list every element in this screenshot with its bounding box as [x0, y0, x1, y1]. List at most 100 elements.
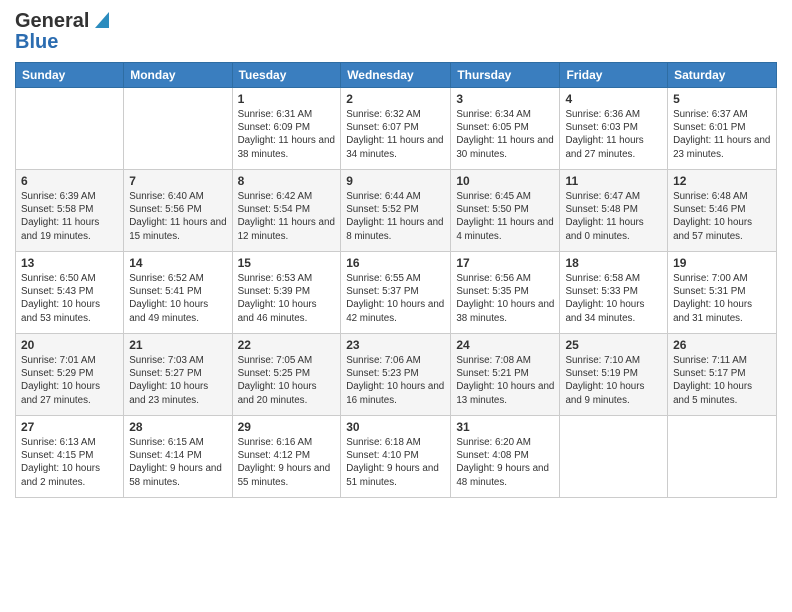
day-info: Sunrise: 6:48 AM Sunset: 5:46 PM Dayligh…	[673, 190, 771, 243]
day-number: 6	[21, 174, 118, 188]
day-number: 23	[346, 338, 445, 352]
day-number: 29	[238, 420, 336, 434]
day-info: Sunrise: 6:20 AM Sunset: 4:08 PM Dayligh…	[456, 436, 554, 489]
calendar-cell	[124, 88, 232, 170]
calendar-week-row: 20 Sunrise: 7:01 AM Sunset: 5:29 PM Dayli…	[16, 334, 777, 416]
day-info: Sunrise: 6:37 AM Sunset: 6:01 PM Dayligh…	[673, 108, 771, 161]
calendar-cell: 4 Sunrise: 6:36 AM Sunset: 6:03 PM Daylig…	[560, 88, 668, 170]
day-info: Sunrise: 6:45 AM Sunset: 5:50 PM Dayligh…	[456, 190, 554, 243]
page: General Blue SundayMondayTuesdayWednesda…	[0, 0, 792, 508]
calendar-cell: 1 Sunrise: 6:31 AM Sunset: 6:09 PM Daylig…	[232, 88, 341, 170]
day-info: Sunrise: 7:00 AM Sunset: 5:31 PM Dayligh…	[673, 272, 771, 325]
calendar-cell: 14Sunrise: 6:52 AM Sunset: 5:41 PM Dayli…	[124, 252, 232, 334]
day-number: 24	[456, 338, 554, 352]
day-info: Sunrise: 6:47 AM Sunset: 5:48 PM Dayligh…	[565, 190, 662, 243]
day-info: Sunrise: 6:44 AM Sunset: 5:52 PM Dayligh…	[346, 190, 445, 243]
day-number: 25	[565, 338, 662, 352]
day-number: 10	[456, 174, 554, 188]
weekday-header-sunday: Sunday	[16, 63, 124, 88]
calendar-cell	[668, 416, 777, 498]
day-number: 30	[346, 420, 445, 434]
weekday-header-friday: Friday	[560, 63, 668, 88]
day-info: Sunrise: 7:05 AM Sunset: 5:25 PM Dayligh…	[238, 354, 336, 407]
day-number: 19	[673, 256, 771, 270]
calendar-cell: 22 Sunrise: 7:05 AM Sunset: 5:25 PM Dayli…	[232, 334, 341, 416]
calendar-cell: 7 Sunrise: 6:40 AM Sunset: 5:56 PM Daylig…	[124, 170, 232, 252]
day-info: Sunrise: 6:42 AM Sunset: 5:54 PM Dayligh…	[238, 190, 336, 243]
day-number: 2	[346, 92, 445, 106]
logo-triangle-icon	[91, 12, 109, 30]
calendar-cell: 18 Sunrise: 6:58 AM Sunset: 5:33 PM Dayli…	[560, 252, 668, 334]
day-info: Sunrise: 6:15 AM Sunset: 4:14 PM Dayligh…	[129, 436, 226, 489]
day-number: 3	[456, 92, 554, 106]
calendar-cell: 15 Sunrise: 6:53 AM Sunset: 5:39 PM Dayli…	[232, 252, 341, 334]
calendar-cell: 30 Sunrise: 6:18 AM Sunset: 4:10 PM Dayli…	[341, 416, 451, 498]
day-info: Sunrise: 7:11 AM Sunset: 5:17 PM Dayligh…	[673, 354, 771, 407]
calendar-cell: 17 Sunrise: 6:56 AM Sunset: 5:35 PM Dayli…	[451, 252, 560, 334]
weekday-header-thursday: Thursday	[451, 63, 560, 88]
day-number: 11	[565, 174, 662, 188]
calendar-cell: 21Sunrise: 7:03 AM Sunset: 5:27 PM Dayli…	[124, 334, 232, 416]
calendar-cell	[560, 416, 668, 498]
day-number: 17	[456, 256, 554, 270]
calendar-week-row: 27 Sunrise: 6:13 AM Sunset: 4:15 PM Dayli…	[16, 416, 777, 498]
calendar-cell: 16Sunrise: 6:55 AM Sunset: 5:37 PM Dayli…	[341, 252, 451, 334]
calendar-cell: 27 Sunrise: 6:13 AM Sunset: 4:15 PM Dayli…	[16, 416, 124, 498]
day-info: Sunrise: 6:53 AM Sunset: 5:39 PM Dayligh…	[238, 272, 336, 325]
weekday-header-monday: Monday	[124, 63, 232, 88]
day-number: 27	[21, 420, 118, 434]
day-info: Sunrise: 7:01 AM Sunset: 5:29 PM Dayligh…	[21, 354, 118, 407]
day-number: 7	[129, 174, 226, 188]
calendar-cell: 24Sunrise: 7:08 AM Sunset: 5:21 PM Dayli…	[451, 334, 560, 416]
day-number: 9	[346, 174, 445, 188]
day-number: 8	[238, 174, 336, 188]
calendar-cell: 23 Sunrise: 7:06 AM Sunset: 5:23 PM Dayli…	[341, 334, 451, 416]
calendar-week-row: 13 Sunrise: 6:50 AM Sunset: 5:43 PM Dayli…	[16, 252, 777, 334]
day-info: Sunrise: 7:06 AM Sunset: 5:23 PM Dayligh…	[346, 354, 445, 407]
calendar-week-row: 1 Sunrise: 6:31 AM Sunset: 6:09 PM Daylig…	[16, 88, 777, 170]
day-number: 5	[673, 92, 771, 106]
day-info: Sunrise: 6:16 AM Sunset: 4:12 PM Dayligh…	[238, 436, 336, 489]
calendar-cell: 25 Sunrise: 7:10 AM Sunset: 5:19 PM Dayli…	[560, 334, 668, 416]
day-number: 15	[238, 256, 336, 270]
calendar-cell: 26Sunrise: 7:11 AM Sunset: 5:17 PM Dayli…	[668, 334, 777, 416]
calendar-cell: 13 Sunrise: 6:50 AM Sunset: 5:43 PM Dayli…	[16, 252, 124, 334]
day-number: 18	[565, 256, 662, 270]
weekday-header-tuesday: Tuesday	[232, 63, 341, 88]
day-info: Sunrise: 6:39 AM Sunset: 5:58 PM Dayligh…	[21, 190, 118, 243]
day-number: 28	[129, 420, 226, 434]
calendar-cell: 11 Sunrise: 6:47 AM Sunset: 5:48 PM Dayli…	[560, 170, 668, 252]
day-info: Sunrise: 6:50 AM Sunset: 5:43 PM Dayligh…	[21, 272, 118, 325]
day-info: Sunrise: 6:58 AM Sunset: 5:33 PM Dayligh…	[565, 272, 662, 325]
day-number: 4	[565, 92, 662, 106]
day-info: Sunrise: 6:52 AM Sunset: 5:41 PM Dayligh…	[129, 272, 226, 325]
day-info: Sunrise: 6:56 AM Sunset: 5:35 PM Dayligh…	[456, 272, 554, 325]
day-number: 13	[21, 256, 118, 270]
logo-general: General	[15, 10, 89, 33]
day-number: 1	[238, 92, 336, 106]
day-number: 12	[673, 174, 771, 188]
day-info: Sunrise: 6:40 AM Sunset: 5:56 PM Dayligh…	[129, 190, 226, 243]
day-info: Sunrise: 6:13 AM Sunset: 4:15 PM Dayligh…	[21, 436, 118, 489]
day-info: Sunrise: 6:31 AM Sunset: 6:09 PM Dayligh…	[238, 108, 336, 161]
calendar-cell: 19 Sunrise: 7:00 AM Sunset: 5:31 PM Dayli…	[668, 252, 777, 334]
calendar-cell: 2Sunrise: 6:32 AM Sunset: 6:07 PM Daylig…	[341, 88, 451, 170]
day-number: 22	[238, 338, 336, 352]
calendar-cell: 31 Sunrise: 6:20 AM Sunset: 4:08 PM Dayli…	[451, 416, 560, 498]
logo-blue: Blue	[15, 31, 58, 54]
day-info: Sunrise: 6:36 AM Sunset: 6:03 PM Dayligh…	[565, 108, 662, 161]
calendar-week-row: 6 Sunrise: 6:39 AM Sunset: 5:58 PM Daylig…	[16, 170, 777, 252]
calendar-cell	[16, 88, 124, 170]
day-info: Sunrise: 6:34 AM Sunset: 6:05 PM Dayligh…	[456, 108, 554, 161]
day-info: Sunrise: 7:10 AM Sunset: 5:19 PM Dayligh…	[565, 354, 662, 407]
weekday-header-saturday: Saturday	[668, 63, 777, 88]
weekday-header-wednesday: Wednesday	[341, 63, 451, 88]
day-number: 20	[21, 338, 118, 352]
weekday-header-row: SundayMondayTuesdayWednesdayThursdayFrid…	[16, 63, 777, 88]
day-number: 31	[456, 420, 554, 434]
day-info: Sunrise: 7:03 AM Sunset: 5:27 PM Dayligh…	[129, 354, 226, 407]
calendar-cell: 8 Sunrise: 6:42 AM Sunset: 5:54 PM Daylig…	[232, 170, 341, 252]
header: General Blue	[15, 10, 777, 54]
calendar-cell: 10 Sunrise: 6:45 AM Sunset: 5:50 PM Dayli…	[451, 170, 560, 252]
day-info: Sunrise: 6:18 AM Sunset: 4:10 PM Dayligh…	[346, 436, 445, 489]
